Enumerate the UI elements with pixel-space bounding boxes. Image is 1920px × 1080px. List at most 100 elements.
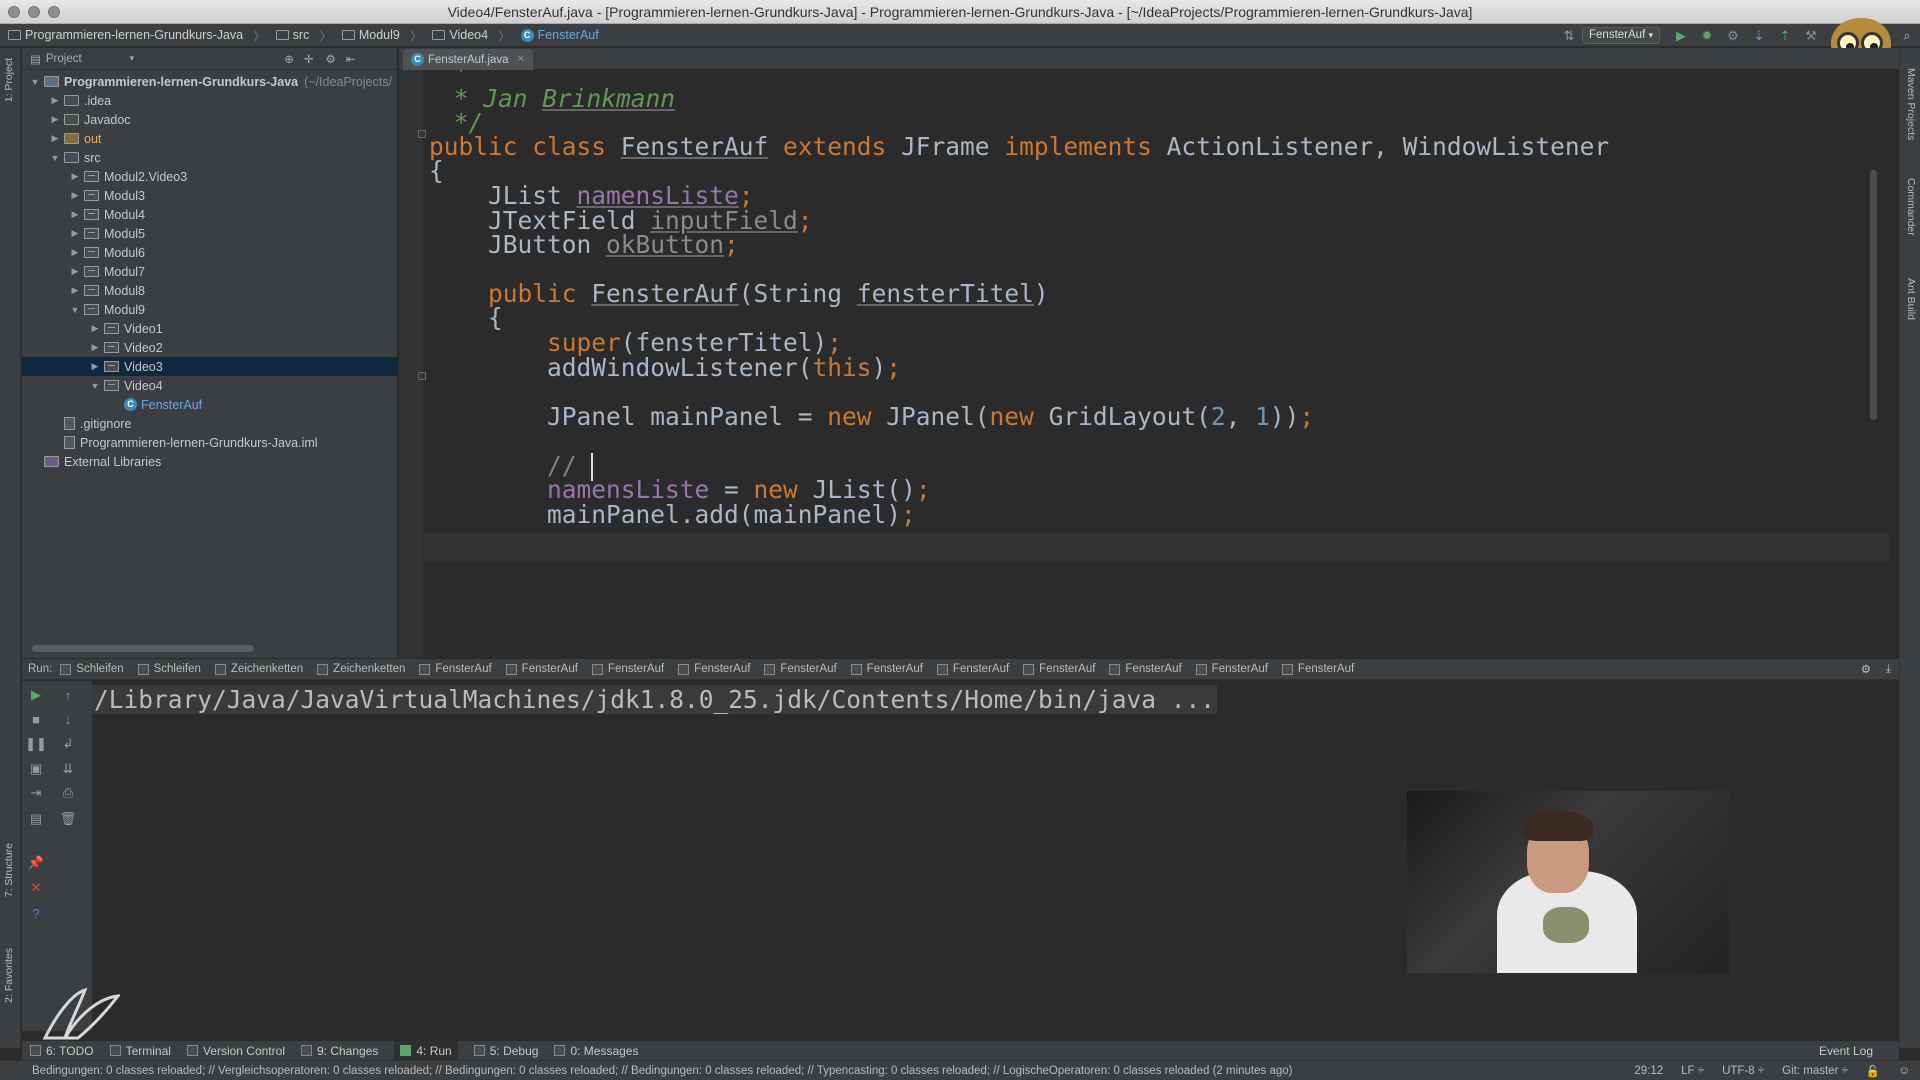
run-configuration-select[interactable]: FensterAuf ▾ xyxy=(1582,27,1660,44)
trash-icon[interactable]: 🗑 xyxy=(60,811,77,827)
breadcrumb-modul9[interactable]: Modul9 〉 xyxy=(341,26,422,45)
collapsed-arrow-icon[interactable]: ▶ xyxy=(50,133,60,144)
tree-item[interactable]: External Libraries xyxy=(22,452,398,471)
collapsed-arrow-icon[interactable]: ▶ xyxy=(90,323,100,334)
lock-icon[interactable]: 🔓 xyxy=(1866,1064,1880,1078)
tool-window-favorites[interactable]: 2: Favorites xyxy=(3,948,15,1003)
run-tab[interactable]: FensterAuf xyxy=(1109,663,1182,675)
tree-item[interactable]: ▶ Modul5 xyxy=(22,224,398,243)
run-tab[interactable]: FensterAuf xyxy=(678,663,750,675)
tree-item[interactable]: .gitignore xyxy=(22,414,398,433)
tree-item[interactable]: Programmieren-lernen-Grundkurs-Java.iml xyxy=(22,433,398,452)
layout-icon[interactable]: ▤ xyxy=(28,811,44,827)
line-separator-select[interactable]: LF ÷ xyxy=(1681,1065,1704,1077)
help-icon[interactable]: ? xyxy=(28,905,44,921)
dump-threads-icon[interactable]: ▣ xyxy=(28,761,44,777)
collapsed-arrow-icon[interactable]: ▶ xyxy=(70,247,80,258)
debug-icon[interactable]: ✹ xyxy=(1699,28,1715,44)
fold-marker-icon[interactable] xyxy=(418,130,426,138)
collapsed-arrow-icon[interactable]: ▶ xyxy=(70,285,80,296)
breadcrumb-class[interactable]: C FensterAuf xyxy=(520,28,599,42)
code-editor[interactable]: * * Jan Brinkmann */ public class Fenste… xyxy=(399,70,1889,659)
tree-item[interactable]: C FensterAuf xyxy=(22,395,398,414)
search-icon[interactable]: ⌕ xyxy=(1899,28,1915,44)
collapsed-arrow-icon[interactable]: ▶ xyxy=(90,342,100,353)
tool-window-button[interactable]: 0: Messages xyxy=(554,1044,638,1058)
pin-icon[interactable]: 📌 xyxy=(28,855,44,871)
tree-item[interactable]: ▶ Javadoc xyxy=(22,110,398,129)
minimize-window-button[interactable] xyxy=(28,6,40,18)
run-icon[interactable]: ▶ xyxy=(1673,28,1689,44)
close-tab-icon[interactable]: ✕ xyxy=(517,54,525,65)
tree-item[interactable]: ▼ Programmieren-lernen-Grundkurs-Java (~/I… xyxy=(22,72,398,91)
tree-item[interactable]: ▶ Video2 xyxy=(22,338,398,357)
tree-item[interactable]: ▼ Video4 xyxy=(22,376,398,395)
tree-item[interactable]: ▶ .idea xyxy=(22,91,398,110)
scroll-to-end-icon[interactable]: ⇊ xyxy=(60,761,76,777)
coverage-icon[interactable]: ⚙ xyxy=(1725,28,1741,44)
encoding-select[interactable]: UTF-8 ÷ xyxy=(1722,1065,1764,1077)
gear-icon[interactable]: ⚙ xyxy=(1861,662,1871,676)
event-log-button[interactable]: Event Log xyxy=(1819,1044,1873,1058)
tree-item[interactable]: ▶ Video3 xyxy=(22,357,398,376)
locate-icon[interactable]: ⊕ xyxy=(284,52,294,66)
run-tab[interactable]: FensterAuf xyxy=(850,663,923,675)
collapsed-arrow-icon[interactable]: ▶ xyxy=(70,266,80,277)
tree-item[interactable]: ▶ Modul8 xyxy=(22,281,398,300)
exit-icon[interactable]: ⇥ xyxy=(28,785,44,801)
collapsed-arrow-icon[interactable]: ▶ xyxy=(90,361,100,372)
breadcrumb-src[interactable]: src 〉 xyxy=(275,26,332,45)
run-tab[interactable]: Zeichenketten xyxy=(317,663,405,675)
close-window-button[interactable] xyxy=(8,6,20,18)
horizontal-scrollbar[interactable] xyxy=(32,645,254,652)
arrow-down-icon[interactable]: ↓ xyxy=(60,711,76,727)
run-tab[interactable]: Schleifen xyxy=(137,663,201,675)
close-icon[interactable]: ✕ xyxy=(28,880,44,896)
run-tab[interactable]: FensterAuf xyxy=(764,663,837,675)
expanded-arrow-icon[interactable]: ▼ xyxy=(30,77,40,87)
fold-marker-icon[interactable] xyxy=(418,372,426,380)
collapsed-arrow-icon[interactable]: ▶ xyxy=(50,95,60,106)
tree-item[interactable]: ▼ Modul9 xyxy=(22,300,398,319)
git-branch-select[interactable]: Git: master ÷ xyxy=(1782,1065,1848,1077)
tool-window-button[interactable]: 6: TODO xyxy=(30,1044,94,1058)
tree-item[interactable]: ▶ Modul7 xyxy=(22,262,398,281)
tree-item[interactable]: ▶ Modul3 xyxy=(22,186,398,205)
collapsed-arrow-icon[interactable]: ▶ xyxy=(70,228,80,239)
tree-item[interactable]: ▶ Modul4 xyxy=(22,205,398,224)
tree-item[interactable]: ▼ src xyxy=(22,148,398,167)
run-tab[interactable]: FensterAuf xyxy=(505,663,578,675)
run-tab[interactable]: FensterAuf xyxy=(1023,663,1095,675)
expanded-arrow-icon[interactable]: ▼ xyxy=(70,305,80,315)
tool-window-maven[interactable]: Maven Projects xyxy=(1905,68,1917,140)
tool-window-button[interactable]: 5: Debug xyxy=(473,1044,538,1058)
print-icon[interactable]: ⎙ xyxy=(60,785,76,801)
tree-item[interactable]: ▶ Modul6 xyxy=(22,243,398,262)
run-tab[interactable]: FensterAuf xyxy=(1281,663,1354,675)
collapsed-arrow-icon[interactable]: ▶ xyxy=(50,114,60,125)
run-tab[interactable]: FensterAuf xyxy=(1195,663,1268,675)
collapsed-arrow-icon[interactable]: ▶ xyxy=(70,171,80,182)
tool-window-project[interactable]: 1: Project xyxy=(3,58,15,102)
settings-icon[interactable]: ⚒ xyxy=(1803,28,1819,44)
tool-window-ant-build[interactable]: Ant Build xyxy=(1905,278,1917,320)
rerun-icon[interactable]: ▶ xyxy=(28,687,44,703)
project-view-select[interactable]: Project xyxy=(46,53,82,65)
gear-icon[interactable]: ⚙ xyxy=(325,52,335,66)
tree-item[interactable]: ▶ Video1 xyxy=(22,319,398,338)
vcs-commit-icon[interactable]: ⇡ xyxy=(1777,28,1793,44)
run-tab[interactable]: FensterAuf xyxy=(936,663,1009,675)
tree-item[interactable]: ▶ Modul2.Video3 xyxy=(22,167,398,186)
vcs-update-icon[interactable]: ⇣ xyxy=(1751,28,1767,44)
expanded-arrow-icon[interactable]: ▼ xyxy=(50,153,60,163)
collapsed-arrow-icon[interactable]: ▶ xyxy=(70,209,80,220)
hide-panel-icon[interactable]: ⇤ xyxy=(346,52,356,66)
vertical-scrollbar[interactable] xyxy=(1870,170,1877,420)
expanded-arrow-icon[interactable]: ▼ xyxy=(90,381,100,391)
tree-item[interactable]: ▶ out xyxy=(22,129,398,148)
soft-wrap-icon[interactable]: ↲ xyxy=(60,736,76,752)
tool-window-button[interactable]: Version Control xyxy=(186,1044,285,1058)
editor-tab-fensterauf[interactable]: C FensterAuf.java ✕ xyxy=(403,49,533,70)
run-tab[interactable]: Zeichenketten xyxy=(214,663,303,675)
tool-window-commander[interactable]: Commander xyxy=(1905,178,1917,236)
